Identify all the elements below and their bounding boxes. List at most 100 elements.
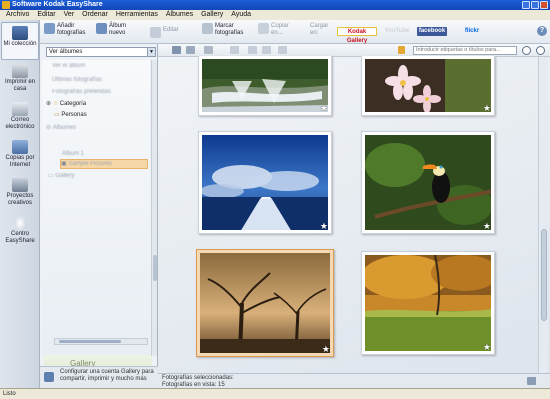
window-title: Software Kodak EasyShare [12, 1, 103, 8]
nav-label: Mi colección [3, 41, 37, 47]
flowers-image [365, 59, 491, 112]
menu-bar: Archivo Editar Ver Ordenar Herramientas … [0, 10, 550, 20]
photo-browser: Introducir etiquetas o títulos para... ★ [158, 44, 550, 388]
collapse-icon[interactable]: ⊖ [46, 125, 51, 131]
slideshow-icon[interactable] [527, 377, 536, 385]
tree-item-personas[interactable]: ▭ Personas [54, 111, 87, 119]
tree-item-album[interactable]: Álbum 1 [62, 150, 84, 158]
online-prints-icon [12, 140, 28, 154]
tree-item-categoria[interactable]: ⊕ ☆ Categoría [46, 100, 86, 108]
album-view-select[interactable]: Ver álbumes ▼ [46, 47, 156, 57]
gallery-promo[interactable]: Configurar una cuenta Gallery para compa… [40, 366, 158, 388]
nav-label: Copias por Internet [5, 155, 35, 168]
flickr-button[interactable]: flickr [459, 27, 485, 36]
rotate-left-icon[interactable] [248, 46, 257, 54]
main-toolbar: Añadir fotografías Álbum nuevo Editar Ma… [40, 20, 550, 44]
new-album-button[interactable]: Álbum nuevo [96, 23, 135, 36]
status-bar: Listo [0, 388, 550, 399]
upload-to-label: Cargar en: [310, 23, 329, 36]
nav-online-prints[interactable]: Copias por Internet [1, 140, 39, 168]
rotate-right-icon[interactable] [262, 46, 271, 54]
select-all-icon[interactable] [230, 46, 239, 54]
tag-search-icon[interactable] [398, 46, 405, 54]
delete-icon[interactable] [278, 46, 287, 54]
tree-item[interactable]: Ver el álbum [52, 62, 85, 70]
star-icon[interactable]: ★ [320, 104, 328, 113]
youtube-button[interactable]: YouTube [383, 27, 411, 36]
nav-creative-projects[interactable]: Proyectos creativos [1, 178, 39, 206]
tree-item[interactable]: Fotografías preferidas [52, 88, 111, 96]
pier-image [202, 135, 328, 230]
creative-projects-icon [12, 178, 28, 192]
photo-thumbnail-pier[interactable]: ★ [198, 131, 332, 234]
star-icon[interactable]: ★ [483, 104, 491, 113]
nav-label: Correo electrónico [5, 117, 35, 130]
menu-albumes[interactable]: Álbumes [162, 10, 197, 20]
tree-item-albums[interactable]: ⊖ Álbumes [46, 124, 76, 132]
star-icon[interactable]: ★ [322, 345, 330, 354]
thumbnail-view-icon[interactable] [172, 46, 181, 54]
photo-thumbnail-flowers[interactable]: ★ [361, 56, 495, 116]
photo-thumbnail-toucan[interactable]: ★ [361, 131, 495, 234]
zoom-out-icon[interactable] [536, 46, 545, 55]
nav-print-home[interactable]: Imprimir en casa [1, 64, 39, 92]
date-view-icon[interactable] [186, 46, 195, 54]
nav-easyshare-center[interactable]: Centro EasyShare [1, 216, 39, 244]
copy-icon [258, 23, 269, 34]
tree-vertical-scrollbar[interactable] [151, 60, 157, 356]
copy-to-button[interactable]: Copiar en... [258, 23, 295, 36]
toucan-image [365, 135, 491, 230]
photo-thumbnail-autumn-meadow[interactable]: ★ [361, 251, 495, 355]
selection-status: Fotografías seleccionadas: Fotografías e… [158, 373, 550, 388]
chevron-down-icon[interactable]: ▼ [147, 48, 155, 56]
star-icon: ☆ [52, 101, 59, 107]
photo-thumbnail-autumn-trees[interactable]: ★ [196, 249, 334, 357]
photo-vertical-scrollbar[interactable] [538, 57, 548, 373]
gallery-icon: ▭ [48, 173, 54, 179]
zoom-in-icon[interactable] [522, 46, 531, 55]
tree-item-sample-album[interactable]: ▣ Sample Pictures [60, 159, 148, 169]
menu-ayuda[interactable]: Ayuda [227, 10, 255, 20]
tree-item-gallery[interactable]: ▭ Gallery [48, 172, 74, 180]
app-icon [2, 1, 10, 9]
menu-gallery[interactable]: Gallery [197, 10, 227, 20]
expand-icon[interactable]: ⊕ [46, 101, 51, 107]
window-titlebar[interactable]: Software Kodak EasyShare [0, 0, 550, 10]
close-icon[interactable] [540, 1, 548, 9]
minimize-icon[interactable] [522, 1, 530, 9]
email-icon [12, 102, 28, 116]
edit-button[interactable]: Editar [150, 27, 179, 38]
printer-icon [12, 64, 28, 78]
menu-herramientas[interactable]: Herramientas [112, 10, 162, 20]
nav-email[interactable]: Correo electrónico [1, 102, 39, 130]
scrollbar-thumb[interactable] [59, 340, 121, 343]
maximize-icon[interactable] [531, 1, 539, 9]
menu-ordenar[interactable]: Ordenar [78, 10, 112, 20]
gallery-account-icon [44, 372, 54, 382]
album-panel: Ver álbumes ▼ Ver el álbum Últimas fotog… [40, 44, 158, 388]
scrollbar-thumb[interactable] [541, 229, 547, 321]
search-input[interactable]: Introducir etiquetas o títulos para... [413, 46, 517, 55]
status-text: Listo [3, 391, 16, 397]
sort-icon[interactable] [204, 46, 213, 54]
star-icon[interactable]: ★ [320, 222, 328, 231]
scrollbar-thumb[interactable] [153, 255, 157, 281]
star-icon[interactable]: ★ [483, 222, 491, 231]
add-photos-button[interactable]: Añadir fotografías [44, 23, 91, 36]
menu-archivo[interactable]: Archivo [2, 10, 33, 20]
nav-my-collection[interactable]: Mi colección [1, 22, 39, 60]
kodak-gallery-button[interactable]: Kodak Gallery [337, 27, 377, 44]
edit-icon [150, 27, 161, 38]
nav-label: Proyectos creativos [6, 193, 34, 206]
photo-thumbnail-waterfall[interactable]: ★ [198, 56, 332, 116]
nav-label: Centro EasyShare [5, 231, 35, 244]
help-icon[interactable]: ? [537, 26, 547, 36]
facebook-button[interactable]: facebook [417, 27, 447, 36]
left-nav: Mi colección Imprimir en casa Correo ele… [0, 20, 40, 388]
tree-item[interactable]: Últimas fotografías [52, 76, 102, 84]
star-icon[interactable]: ★ [483, 343, 491, 352]
tag-photos-button[interactable]: Marcar fotografías [202, 23, 249, 36]
menu-editar[interactable]: Editar [33, 10, 59, 20]
menu-ver[interactable]: Ver [60, 10, 79, 20]
tree-horizontal-scrollbar[interactable] [54, 338, 148, 345]
